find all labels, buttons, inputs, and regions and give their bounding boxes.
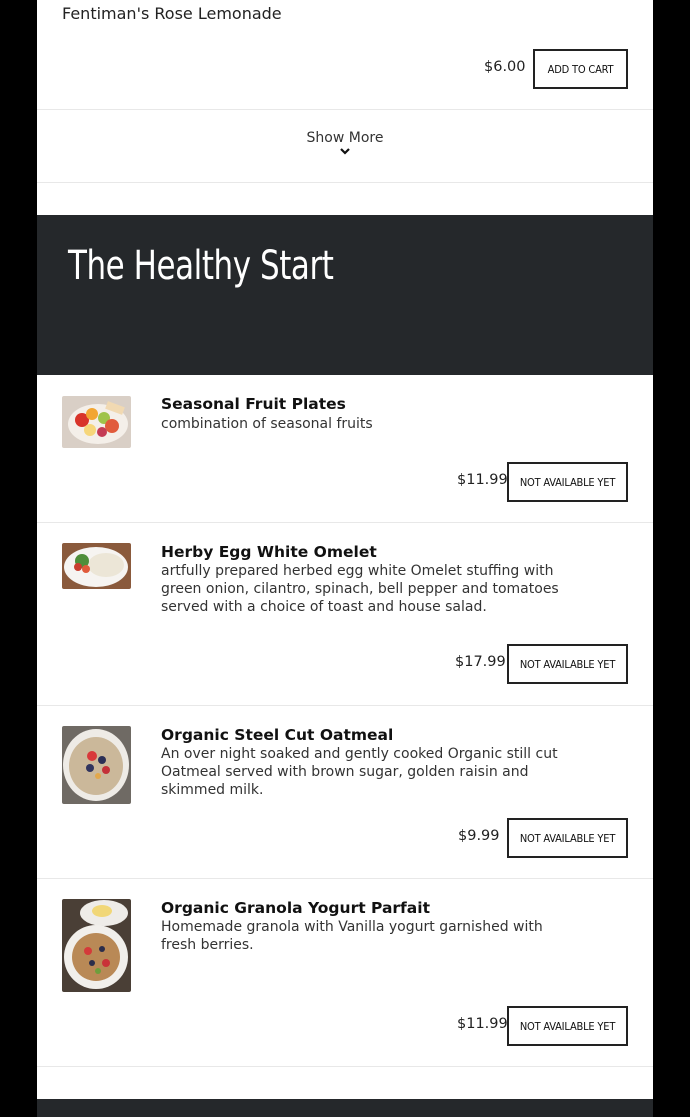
item-title: Fentiman's Rose Lemonade	[62, 4, 282, 23]
item-title: Seasonal Fruit Plates	[161, 395, 346, 413]
item-description: Homemade granola with Vanilla yogurt gar…	[161, 919, 543, 953]
chevron-down-icon	[340, 148, 350, 155]
menu-page: Fentiman's Rose Lemonade $6.00 Add to ca…	[37, 0, 653, 1117]
not-available-button[interactable]: Not available yet	[507, 644, 628, 684]
show-more-button[interactable]: Show More	[37, 110, 653, 183]
add-to-cart-button[interactable]: Add to cart	[533, 49, 628, 89]
item-description: artfully prepared herbed egg white Omele…	[161, 563, 559, 615]
menu-item: Herby Egg White Omelet artfully prepared…	[37, 523, 653, 706]
item-price: $6.00	[484, 59, 526, 75]
item-title: Organic Granola Yogurt Parfait	[161, 899, 430, 917]
item-price: $9.99	[458, 828, 500, 844]
menu-item: Organic Steel Cut Oatmeal An over night …	[37, 706, 653, 879]
menu-item: Seasonal Fruit Plates combination of sea…	[37, 375, 653, 523]
item-title: Organic Steel Cut Oatmeal	[161, 726, 394, 744]
show-more-label: Show More	[306, 130, 384, 146]
next-section-header	[37, 1099, 653, 1117]
not-available-button[interactable]: Not available yet	[507, 818, 628, 858]
menu-item: Organic Granola Yogurt Parfait Homemade …	[37, 879, 653, 1067]
section-title: The Healthy Start	[68, 243, 334, 289]
fruit-plate-photo[interactable]	[62, 396, 131, 448]
not-available-button[interactable]: Not available yet	[507, 462, 628, 502]
item-description: combination of seasonal fruits	[161, 416, 373, 432]
granola-parfait-photo[interactable]	[62, 899, 131, 992]
section-header: The Healthy Start	[37, 215, 653, 375]
item-description: An over night soaked and gently cooked O…	[161, 746, 558, 798]
oatmeal-photo[interactable]	[62, 726, 131, 804]
menu-item-rose-lemonade: Fentiman's Rose Lemonade $6.00 Add to ca…	[37, 0, 653, 110]
omelet-photo[interactable]	[62, 543, 131, 589]
item-price: $11.99	[457, 472, 508, 488]
not-available-button[interactable]: Not available yet	[507, 1006, 628, 1046]
item-price: $11.99	[457, 1016, 508, 1032]
item-title: Herby Egg White Omelet	[161, 543, 377, 561]
item-price: $17.99	[455, 654, 506, 670]
